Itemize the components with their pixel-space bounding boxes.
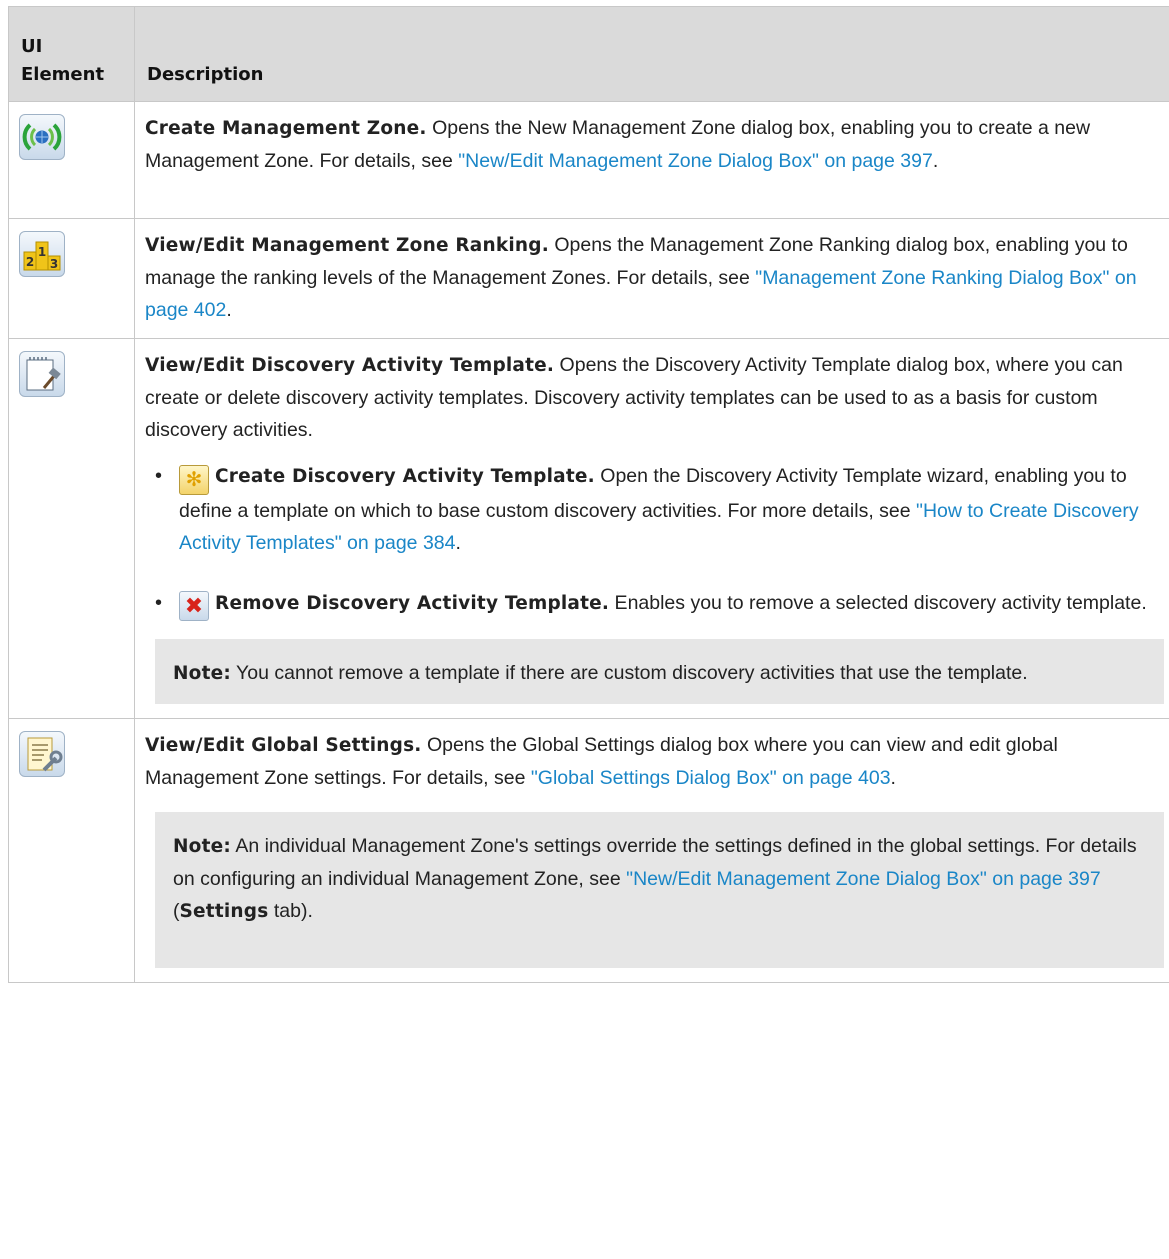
table-row: View/Edit Discovery Activity Template. O…: [8, 338, 1169, 719]
template-edit-icon: [19, 351, 65, 397]
ui-element-table: UI Element Description Create Management…: [8, 6, 1169, 983]
sub-item-title: Create Discovery Activity Template.: [215, 466, 595, 487]
list-item: • ✻ Create Discovery Activity Template. O…: [155, 465, 1139, 554]
table-row: Create Management Zone. Opens the New Ma…: [8, 101, 1169, 219]
row-title: View/Edit Discovery Activity Template.: [145, 355, 555, 376]
table-row: 2 1 3 View/Edit Management Zone Ranking.…: [8, 218, 1169, 339]
note-box: Note: An individual Management Zone's se…: [155, 812, 1164, 968]
ranking-icon: 2 1 3: [19, 231, 65, 277]
svg-text:3: 3: [50, 257, 58, 271]
cross-reference-link[interactable]: "Global Settings Dialog Box" on page 403: [531, 767, 891, 789]
header-description: Description: [134, 6, 1169, 102]
management-zone-icon: [19, 114, 65, 160]
note-label: Note:: [173, 663, 231, 684]
global-settings-icon: [19, 731, 65, 777]
header-ui-element: UI Element: [8, 6, 135, 102]
note-box: Note: You cannot remove a template if th…: [155, 639, 1164, 704]
svg-text:2: 2: [26, 255, 34, 269]
sub-item-title: Remove Discovery Activity Template.: [215, 593, 610, 614]
table-row: View/Edit Global Settings. Opens the Glo…: [8, 718, 1169, 983]
table-header-row: UI Element Description: [8, 6, 1169, 102]
list-item: • ✖ Remove Discovery Activity Template. E…: [145, 587, 1164, 621]
sub-item-list: • ✻ Create Discovery Activity Template. O…: [145, 460, 1164, 621]
row-title: View/Edit Management Zone Ranking.: [145, 235, 549, 256]
row-title: View/Edit Global Settings.: [145, 735, 422, 756]
note-label: Note:: [173, 836, 231, 857]
settings-tab-label: Settings: [179, 901, 269, 922]
create-star-icon: ✻: [179, 465, 209, 495]
svg-text:1: 1: [38, 245, 46, 259]
row-title: Create Management Zone.: [145, 118, 427, 139]
cross-reference-link[interactable]: "New/Edit Management Zone Dialog Box" on…: [626, 868, 1101, 890]
cross-reference-link[interactable]: "New/Edit Management Zone Dialog Box" on…: [458, 150, 933, 172]
remove-x-icon: ✖: [179, 591, 209, 621]
